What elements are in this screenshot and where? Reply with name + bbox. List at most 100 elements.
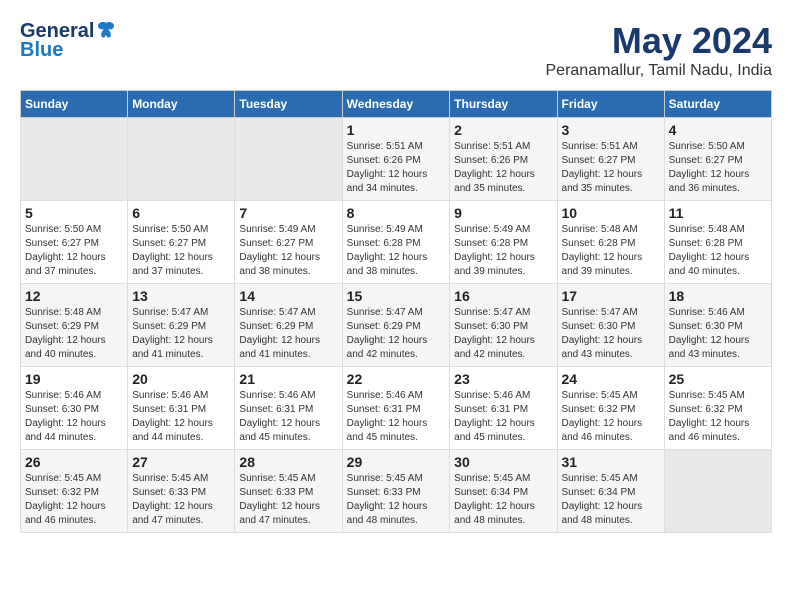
day-number: 10 bbox=[562, 205, 660, 221]
week-row-4: 19Sunrise: 5:46 AMSunset: 6:30 PMDayligh… bbox=[21, 367, 772, 450]
week-row-3: 12 Sunrise: 5:48 AMSunset: 6:29 PMDayligh… bbox=[21, 284, 772, 367]
calendar-cell: 5 Sunrise: 5:50 AMSunset: 6:27 PMDaylight… bbox=[21, 201, 128, 284]
logo-blue: Blue bbox=[20, 39, 116, 62]
day-info: Sunrise: 5:46 AMSunset: 6:31 PMDaylight:… bbox=[239, 389, 337, 445]
day-number: 24 bbox=[562, 371, 660, 387]
header-cell-friday: Friday bbox=[557, 91, 664, 118]
calendar-cell: 13 Sunrise: 5:47 AMSunset: 6:29 PMDayligh… bbox=[128, 284, 235, 367]
page-title: May 2024 bbox=[546, 20, 773, 62]
calendar-body: 1 Sunrise: 5:51 AMSunset: 6:26 PMDaylight… bbox=[21, 118, 772, 533]
calendar-cell: 7 Sunrise: 5:49 AMSunset: 6:27 PMDaylight… bbox=[235, 201, 342, 284]
day-number: 8 bbox=[347, 205, 446, 221]
day-number: 2 bbox=[454, 122, 552, 138]
calendar-cell bbox=[664, 450, 771, 533]
calendar-cell: 28 Sunrise: 5:45 AMSunset: 6:33 PMDayligh… bbox=[235, 450, 342, 533]
day-number: 1 bbox=[347, 122, 446, 138]
day-number: 15 bbox=[347, 288, 446, 304]
day-number: 27 bbox=[132, 454, 230, 470]
week-row-2: 5 Sunrise: 5:50 AMSunset: 6:27 PMDaylight… bbox=[21, 201, 772, 284]
calendar-cell bbox=[21, 118, 128, 201]
calendar-cell: 3 Sunrise: 5:51 AMSunset: 6:27 PMDaylight… bbox=[557, 118, 664, 201]
calendar-cell: 20 Sunrise: 5:46 AMSunset: 6:31 PMDayligh… bbox=[128, 367, 235, 450]
day-info: Sunrise: 5:47 AMSunset: 6:30 PMDaylight:… bbox=[562, 306, 660, 362]
calendar-cell: 26 Sunrise: 5:45 AMSunset: 6:32 PMDayligh… bbox=[21, 450, 128, 533]
calendar-cell: 24 Sunrise: 5:45 AMSunset: 6:32 PMDayligh… bbox=[557, 367, 664, 450]
calendar-header: SundayMondayTuesdayWednesdayThursdayFrid… bbox=[21, 91, 772, 118]
calendar-cell: 12 Sunrise: 5:48 AMSunset: 6:29 PMDayligh… bbox=[21, 284, 128, 367]
day-number: 7 bbox=[239, 205, 337, 221]
week-row-5: 26 Sunrise: 5:45 AMSunset: 6:32 PMDayligh… bbox=[21, 450, 772, 533]
day-info: Sunrise: 5:45 AMSunset: 6:32 PMDaylight:… bbox=[669, 389, 767, 445]
calendar-cell bbox=[235, 118, 342, 201]
day-info: Sunrise: 5:46 AMSunset: 6:31 PMDaylight:… bbox=[454, 389, 552, 445]
day-info: Sunrise: 5:51 AMSunset: 6:27 PMDaylight:… bbox=[562, 140, 660, 196]
day-info: Sunrise: 5:45 AMSunset: 6:33 PMDaylight:… bbox=[239, 472, 337, 528]
day-number: 12 bbox=[25, 288, 123, 304]
day-info: Sunrise: 5:46 AMSunset: 6:31 PMDaylight:… bbox=[347, 389, 446, 445]
calendar-cell: 27 Sunrise: 5:45 AMSunset: 6:33 PMDayligh… bbox=[128, 450, 235, 533]
calendar-table: SundayMondayTuesdayWednesdayThursdayFrid… bbox=[20, 90, 772, 533]
day-info: Sunrise: 5:45 AMSunset: 6:32 PMDaylight:… bbox=[562, 389, 660, 445]
day-number: 18 bbox=[669, 288, 767, 304]
calendar-cell: 1 Sunrise: 5:51 AMSunset: 6:26 PMDaylight… bbox=[342, 118, 450, 201]
calendar-cell: 18 Sunrise: 5:46 AMSunset: 6:30 PMDayligh… bbox=[664, 284, 771, 367]
calendar-cell: 29Sunrise: 5:45 AMSunset: 6:33 PMDayligh… bbox=[342, 450, 450, 533]
day-info: Sunrise: 5:49 AMSunset: 6:28 PMDaylight:… bbox=[347, 223, 446, 279]
header-cell-monday: Monday bbox=[128, 91, 235, 118]
calendar-cell: 21 Sunrise: 5:46 AMSunset: 6:31 PMDayligh… bbox=[235, 367, 342, 450]
calendar-cell: 16 Sunrise: 5:47 AMSunset: 6:30 PMDayligh… bbox=[450, 284, 557, 367]
calendar-cell: 4Sunrise: 5:50 AMSunset: 6:27 PMDaylight… bbox=[664, 118, 771, 201]
calendar-cell: 14Sunrise: 5:47 AMSunset: 6:29 PMDayligh… bbox=[235, 284, 342, 367]
day-number: 28 bbox=[239, 454, 337, 470]
day-info: Sunrise: 5:45 AMSunset: 6:32 PMDaylight:… bbox=[25, 472, 123, 528]
day-number: 16 bbox=[454, 288, 552, 304]
calendar-cell: 19Sunrise: 5:46 AMSunset: 6:30 PMDayligh… bbox=[21, 367, 128, 450]
day-info: Sunrise: 5:50 AMSunset: 6:27 PMDaylight:… bbox=[25, 223, 123, 279]
day-number: 14 bbox=[239, 288, 337, 304]
day-info: Sunrise: 5:47 AMSunset: 6:29 PMDaylight:… bbox=[347, 306, 446, 362]
day-info: Sunrise: 5:45 AMSunset: 6:33 PMDaylight:… bbox=[347, 472, 446, 528]
calendar-cell: 15 Sunrise: 5:47 AMSunset: 6:29 PMDayligh… bbox=[342, 284, 450, 367]
page-header: General Blue May 2024 Peranamallur, Tami… bbox=[20, 20, 772, 80]
day-number: 23 bbox=[454, 371, 552, 387]
header-cell-wednesday: Wednesday bbox=[342, 91, 450, 118]
day-number: 13 bbox=[132, 288, 230, 304]
calendar-cell: 22Sunrise: 5:46 AMSunset: 6:31 PMDayligh… bbox=[342, 367, 450, 450]
day-info: Sunrise: 5:45 AMSunset: 6:33 PMDaylight:… bbox=[132, 472, 230, 528]
calendar-cell: 25Sunrise: 5:45 AMSunset: 6:32 PMDayligh… bbox=[664, 367, 771, 450]
day-info: Sunrise: 5:47 AMSunset: 6:30 PMDaylight:… bbox=[454, 306, 552, 362]
calendar-cell: 8 Sunrise: 5:49 AMSunset: 6:28 PMDaylight… bbox=[342, 201, 450, 284]
day-number: 11 bbox=[669, 205, 767, 221]
day-info: Sunrise: 5:47 AMSunset: 6:29 PMDaylight:… bbox=[132, 306, 230, 362]
day-info: Sunrise: 5:49 AMSunset: 6:27 PMDaylight:… bbox=[239, 223, 337, 279]
header-cell-thursday: Thursday bbox=[450, 91, 557, 118]
day-info: Sunrise: 5:46 AMSunset: 6:30 PMDaylight:… bbox=[25, 389, 123, 445]
day-info: Sunrise: 5:48 AMSunset: 6:29 PMDaylight:… bbox=[25, 306, 123, 362]
logo: General Blue bbox=[20, 20, 116, 62]
header-cell-sunday: Sunday bbox=[21, 91, 128, 118]
title-section: May 2024 Peranamallur, Tamil Nadu, India bbox=[546, 20, 773, 80]
calendar-cell: 9Sunrise: 5:49 AMSunset: 6:28 PMDaylight… bbox=[450, 201, 557, 284]
day-number: 3 bbox=[562, 122, 660, 138]
calendar-cell: 11 Sunrise: 5:48 AMSunset: 6:28 PMDayligh… bbox=[664, 201, 771, 284]
day-number: 21 bbox=[239, 371, 337, 387]
day-info: Sunrise: 5:46 AMSunset: 6:30 PMDaylight:… bbox=[669, 306, 767, 362]
logo-bird-icon bbox=[96, 21, 116, 39]
day-number: 5 bbox=[25, 205, 123, 221]
day-info: Sunrise: 5:49 AMSunset: 6:28 PMDaylight:… bbox=[454, 223, 552, 279]
day-info: Sunrise: 5:51 AMSunset: 6:26 PMDaylight:… bbox=[347, 140, 446, 196]
day-number: 31 bbox=[562, 454, 660, 470]
day-number: 17 bbox=[562, 288, 660, 304]
calendar-cell: 6Sunrise: 5:50 AMSunset: 6:27 PMDaylight… bbox=[128, 201, 235, 284]
day-info: Sunrise: 5:50 AMSunset: 6:27 PMDaylight:… bbox=[132, 223, 230, 279]
day-info: Sunrise: 5:51 AMSunset: 6:26 PMDaylight:… bbox=[454, 140, 552, 196]
day-number: 30 bbox=[454, 454, 552, 470]
day-number: 26 bbox=[25, 454, 123, 470]
calendar-cell: 2 Sunrise: 5:51 AMSunset: 6:26 PMDaylight… bbox=[450, 118, 557, 201]
day-number: 20 bbox=[132, 371, 230, 387]
calendar-cell: 10Sunrise: 5:48 AMSunset: 6:28 PMDayligh… bbox=[557, 201, 664, 284]
calendar-cell: 17 Sunrise: 5:47 AMSunset: 6:30 PMDayligh… bbox=[557, 284, 664, 367]
day-info: Sunrise: 5:48 AMSunset: 6:28 PMDaylight:… bbox=[669, 223, 767, 279]
day-info: Sunrise: 5:46 AMSunset: 6:31 PMDaylight:… bbox=[132, 389, 230, 445]
calendar-cell: 31Sunrise: 5:45 AMSunset: 6:34 PMDayligh… bbox=[557, 450, 664, 533]
